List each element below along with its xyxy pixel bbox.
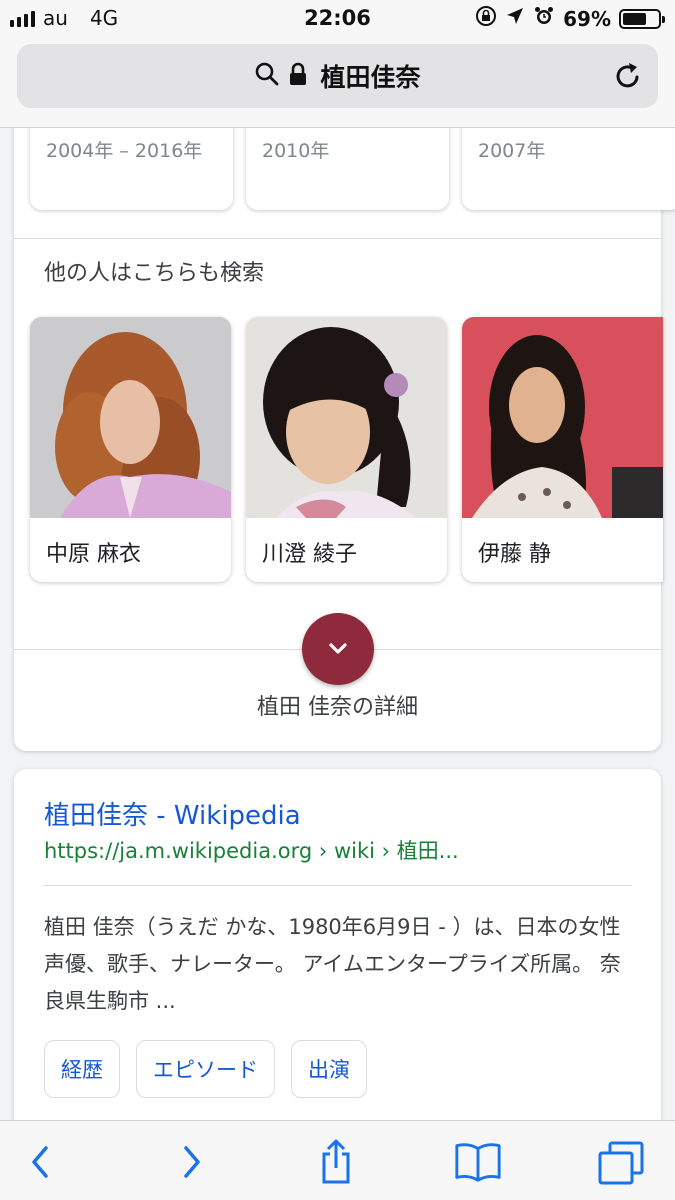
- result-url[interactable]: https://ja.m.wikipedia.org › wiki › 植田..…: [44, 835, 459, 865]
- person-card[interactable]: 伊藤 静: [462, 317, 663, 582]
- alarm-icon: [533, 5, 555, 32]
- person-name: 川澄 綾子: [262, 542, 357, 567]
- chip-episode[interactable]: エピソード: [136, 1040, 275, 1098]
- browser-header: 植田佳奈: [0, 38, 675, 128]
- divider: [44, 885, 632, 886]
- chip-appearances[interactable]: 出演: [291, 1040, 367, 1098]
- reload-icon[interactable]: [612, 60, 644, 96]
- address-text: 植田佳奈: [320, 63, 421, 92]
- year-card[interactable]: 2007年: [462, 128, 675, 210]
- year-text: 2004年 – 2016年: [46, 140, 203, 162]
- expand-button[interactable]: [302, 613, 374, 685]
- person-photo: [462, 317, 663, 518]
- search-icon: [254, 61, 280, 91]
- tabs-icon[interactable]: [596, 1137, 646, 1187]
- divider: [14, 238, 661, 239]
- result-title[interactable]: 植田佳奈 - Wikipedia: [44, 795, 301, 832]
- battery-percent: 69%: [563, 6, 611, 31]
- person-name: 中原 麻衣: [46, 542, 141, 567]
- lock-icon: [288, 61, 308, 91]
- person-card[interactable]: 川澄 綾子: [246, 317, 447, 582]
- address-bar[interactable]: 植田佳奈: [17, 44, 658, 108]
- search-result: 植田佳奈 - Wikipedia https://ja.m.wikipedia.…: [14, 769, 661, 1120]
- section-title: 他の人はこちらも検索: [44, 261, 265, 286]
- location-icon: [505, 6, 525, 31]
- result-snippet: 植田 佳奈（うえだ かな、1980年6月9日 - ）は、日本の女性声優、歌手、ナ…: [44, 915, 621, 1013]
- year-card[interactable]: 2010年: [246, 128, 449, 210]
- year-text: 2010年: [262, 140, 330, 162]
- chevron-down-icon: [329, 643, 347, 654]
- status-bar: au 4G 22:06 69%: [0, 0, 675, 38]
- knowledge-panel: 2004年 – 2016年 2010年 2007年 他の人はこちらも検索 中原 …: [14, 128, 675, 751]
- bookmarks-icon[interactable]: [453, 1137, 503, 1187]
- details-link[interactable]: 植田 佳奈の詳細: [14, 689, 661, 721]
- forward-icon[interactable]: [166, 1137, 216, 1187]
- year-text: 2007年: [478, 140, 546, 162]
- sitelink-chips: 経歴 エピソード 出演: [44, 1040, 367, 1098]
- person-photo: [30, 317, 231, 518]
- battery-icon: [619, 8, 665, 29]
- person-name: 伊藤 静: [478, 542, 551, 567]
- back-icon[interactable]: [16, 1137, 66, 1187]
- browser-toolbar: [0, 1120, 675, 1200]
- share-icon[interactable]: [311, 1137, 361, 1187]
- person-card[interactable]: 中原 麻衣: [30, 317, 231, 582]
- chip-career[interactable]: 経歴: [44, 1040, 120, 1098]
- person-photo: [246, 317, 447, 518]
- results-area[interactable]: 2004年 – 2016年 2010年 2007年 他の人はこちらも検索 中原 …: [0, 128, 675, 1120]
- year-card[interactable]: 2004年 – 2016年: [30, 128, 233, 210]
- rotation-lock-icon: [475, 5, 497, 32]
